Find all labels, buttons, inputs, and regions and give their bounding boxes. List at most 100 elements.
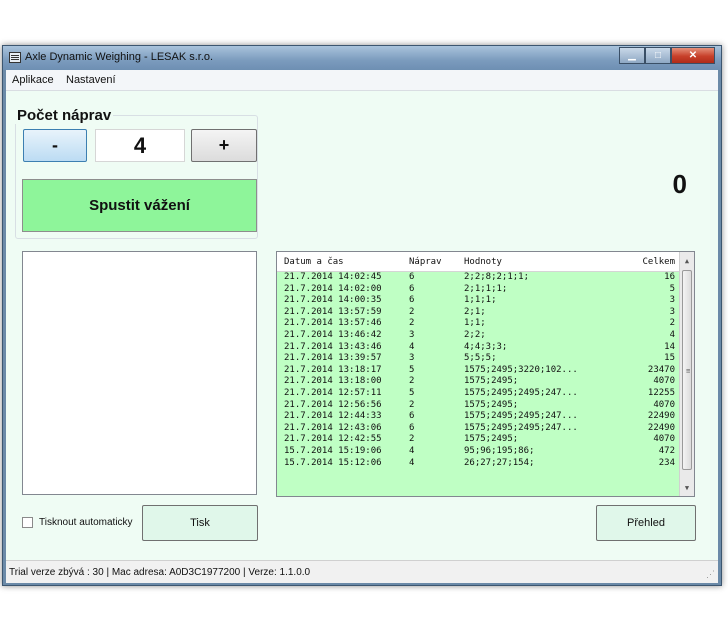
measurements-grid[interactable]: Datum a čas Náprav Hodnoty Celkem 21.7.2… (276, 251, 695, 497)
table-cell: 15 (664, 353, 675, 364)
table-cell: 15.7.2014 15:19:06 (284, 445, 382, 456)
table-row[interactable]: 21.7.2014 12:56:56 2 1575;2495; 4070 (277, 400, 679, 412)
table-cell: 1575;2495;3220;102... (464, 364, 578, 375)
table-cell: 21.7.2014 13:57:46 (284, 318, 382, 329)
table-cell: 2 (409, 306, 415, 317)
desktop-background (0, 586, 728, 638)
menu-nastaveni[interactable]: Nastavení (66, 74, 116, 86)
table-cell: 6 (409, 411, 415, 422)
table-cell: 2;1; (464, 306, 486, 317)
table-cell: 21.7.2014 14:02:00 (284, 283, 382, 294)
table-cell: 21.7.2014 13:43:46 (284, 341, 382, 352)
app-window-icon[interactable] (9, 52, 21, 63)
column-values[interactable]: Hodnoty (464, 257, 502, 267)
scroll-grip-icon: ≡ (686, 367, 691, 375)
table-cell: 21.7.2014 13:46:42 (284, 329, 382, 340)
table-cell: 21.7.2014 13:39:57 (284, 353, 382, 364)
window-title: Axle Dynamic Weighing - LESAK s.r.o. (25, 51, 214, 63)
checkbox-box[interactable] (22, 517, 33, 528)
menu-aplikace[interactable]: Aplikace (12, 74, 54, 86)
table-row[interactable]: 21.7.2014 14:02:00 6 2;1;1;1; 5 (277, 284, 679, 296)
table-cell: 2;2;8;2;1;1; (464, 272, 530, 282)
close-icon[interactable]: ✕ (671, 47, 715, 64)
table-cell: 1575;2495; (464, 376, 519, 387)
axle-count-field[interactable]: 4 (95, 129, 185, 162)
table-row[interactable]: 21.7.2014 13:57:46 2 1;1; 2 (277, 318, 679, 330)
table-cell: 21.7.2014 13:57:59 (284, 306, 382, 317)
table-cell: 1575;2495;2495;247... (464, 411, 578, 422)
decrease-axles-button[interactable]: - (23, 129, 87, 162)
table-row[interactable]: 21.7.2014 13:43:46 4 4;4;3;3; 14 (277, 342, 679, 354)
table-cell: 2 (669, 318, 675, 329)
table-cell: 4070 (653, 376, 675, 387)
table-cell: 4070 (653, 399, 675, 410)
table-cell: 1575;2495;2495;247... (464, 387, 578, 398)
table-cell: 1;1; (464, 318, 486, 329)
table-cell: 2 (409, 399, 415, 410)
table-row[interactable]: 21.7.2014 13:39:57 3 5;5;5; 15 (277, 353, 679, 365)
table-row[interactable]: 15.7.2014 15:19:06 4 95;96;195;86; 472 (277, 446, 679, 458)
main-panel: Počet náprav - 4 + Spustit vážení 0 Datu… (6, 91, 718, 560)
scroll-down-icon[interactable]: ▼ (680, 484, 694, 492)
table-row[interactable]: 21.7.2014 12:43:06 6 1575;2495;2495;247...… (277, 423, 679, 435)
app-window: Axle Dynamic Weighing - LESAK s.r.o. ▁ □… (2, 45, 722, 586)
table-cell: 234 (658, 457, 675, 468)
table-row[interactable]: 21.7.2014 12:44:33 6 1575;2495;2495;247...… (277, 411, 679, 423)
column-total[interactable]: Celkem (642, 257, 675, 267)
autoprint-label: Tisknout automaticky (39, 517, 133, 528)
overview-button[interactable]: Přehled (596, 505, 696, 541)
start-weighing-button[interactable]: Spustit vážení (22, 179, 257, 232)
table-row[interactable]: 21.7.2014 14:00:35 6 1;1;1; 3 (277, 295, 679, 307)
table-cell: 26;27;27;154; (464, 457, 535, 468)
column-datetime[interactable]: Datum a čas (284, 257, 344, 267)
table-cell: 5;5;5; (464, 353, 497, 364)
table-cell: 6 (409, 295, 415, 306)
table-cell: 15.7.2014 15:12:06 (284, 457, 382, 468)
grid-body: 21.7.2014 14:02:45 6 2;2;8;2;1;1; 16 21.7.20… (277, 272, 679, 469)
grid-header: Datum a čas Náprav Hodnoty Celkem (277, 252, 679, 272)
table-cell: 3 (409, 329, 415, 340)
table-row[interactable]: 21.7.2014 14:02:45 6 2;2;8;2;1;1; 16 (277, 272, 679, 284)
table-cell: 4 (669, 329, 675, 340)
table-cell: 22490 (647, 422, 675, 433)
table-cell: 4 (409, 445, 415, 456)
print-button[interactable]: Tisk (142, 505, 258, 541)
log-list[interactable] (22, 251, 257, 495)
table-cell: 21.7.2014 12:44:33 (284, 411, 382, 422)
table-row[interactable]: 21.7.2014 13:46:42 3 2;2; 4 (277, 330, 679, 342)
table-cell: 1575;2495; (464, 399, 519, 410)
table-cell: 23470 (647, 364, 675, 375)
table-cell: 1575;2495; (464, 434, 519, 445)
resize-grip-icon[interactable]: ⋰ (706, 569, 715, 580)
table-cell: 21.7.2014 13:18:00 (284, 376, 382, 387)
scroll-thumb[interactable]: ≡ (682, 270, 692, 470)
increase-axles-button[interactable]: + (191, 129, 257, 162)
table-cell: 6 (409, 283, 415, 294)
table-row[interactable]: 21.7.2014 12:42:55 2 1575;2495; 4070 (277, 434, 679, 446)
window-controls: ▁ □ ✕ (619, 47, 715, 65)
table-cell: 2 (409, 318, 415, 329)
column-axles[interactable]: Náprav (409, 257, 442, 267)
table-cell: 5 (409, 364, 415, 375)
minimize-icon[interactable]: ▁ (619, 47, 645, 64)
table-row[interactable]: 21.7.2014 13:18:00 2 1575;2495; 4070 (277, 376, 679, 388)
maximize-icon[interactable]: □ (645, 47, 671, 64)
table-cell: 3 (409, 353, 415, 364)
table-cell: 6 (409, 272, 415, 282)
table-cell: 472 (658, 445, 675, 456)
table-cell: 4;4;3;3; (464, 341, 508, 352)
table-cell: 5 (669, 283, 675, 294)
table-cell: 2 (409, 376, 415, 387)
title-bar[interactable]: Axle Dynamic Weighing - LESAK s.r.o. ▁ □… (3, 46, 721, 70)
table-cell: 21.7.2014 12:42:55 (284, 434, 382, 445)
table-cell: 4 (409, 341, 415, 352)
scroll-up-icon[interactable]: ▲ (680, 257, 694, 265)
table-cell: 2;1;1;1; (464, 283, 508, 294)
table-row[interactable]: 21.7.2014 12:57:11 5 1575;2495;2495;247...… (277, 388, 679, 400)
table-cell: 21.7.2014 14:00:35 (284, 295, 382, 306)
grid-scrollbar[interactable]: ▲ ≡ ▼ (679, 252, 694, 496)
table-row[interactable]: 21.7.2014 13:57:59 2 2;1; 3 (277, 307, 679, 319)
table-row[interactable]: 15.7.2014 15:12:06 4 26;27;27;154; 234 (277, 458, 679, 470)
autoprint-checkbox[interactable]: Tisknout automaticky (22, 517, 133, 528)
table-row[interactable]: 21.7.2014 13:18:17 5 1575;2495;3220;102...… (277, 365, 679, 377)
